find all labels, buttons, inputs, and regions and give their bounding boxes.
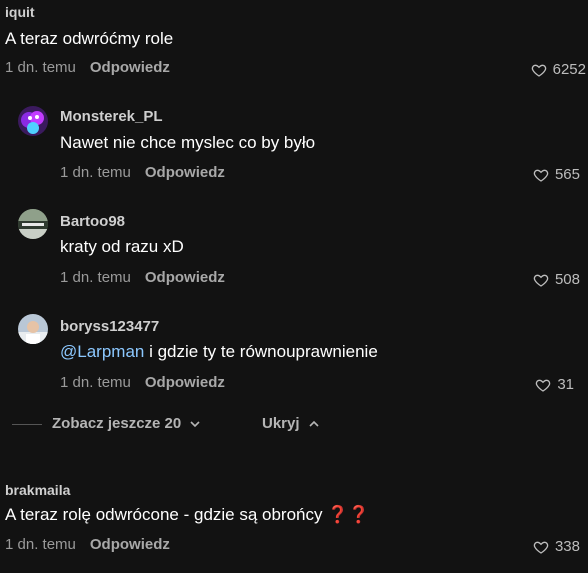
like-button[interactable]: 31 xyxy=(535,376,574,393)
like-count: 6252 xyxy=(552,61,586,78)
reply-button[interactable]: Odpowiedz xyxy=(145,269,225,286)
comment-meta: 1 dn. temu Odpowiedz xyxy=(5,59,170,76)
like-button[interactable]: 6252 xyxy=(531,61,586,78)
reply-time: 1 dn. temu xyxy=(60,269,131,286)
divider xyxy=(12,424,42,425)
avatar[interactable] xyxy=(18,314,48,344)
reply-meta: 1 dn. temu Odpowiedz xyxy=(60,164,225,181)
heart-icon xyxy=(533,541,549,554)
like-button[interactable]: 565 xyxy=(533,166,580,183)
avatar[interactable] xyxy=(18,106,48,136)
question-mark-emoji: ❓❓ xyxy=(327,505,370,524)
like-count: 508 xyxy=(554,271,580,288)
view-more-label: Zobacz jeszcze 20 xyxy=(52,415,182,432)
chevron-up-icon xyxy=(308,420,319,427)
view-more-replies-button[interactable]: Zobacz jeszcze 20 xyxy=(52,415,201,432)
reply-button[interactable]: Odpowiedz xyxy=(90,59,170,76)
comment-text: A teraz rolę odwrócone - gdzie są obrońc… xyxy=(5,505,370,525)
reply-text: @Larpman i gdzie ty te równouprawnienie xyxy=(60,342,378,362)
like-count: 338 xyxy=(554,538,580,555)
comment-meta: 1 dn. temu Odpowiedz xyxy=(5,536,170,553)
like-button[interactable]: 338 xyxy=(533,538,580,555)
comment-time: 1 dn. temu xyxy=(5,59,76,76)
hide-label: Ukryj xyxy=(262,415,300,432)
chevron-down-icon xyxy=(190,420,200,427)
reply-meta: 1 dn. temu Odpowiedz xyxy=(60,269,225,286)
reply-username[interactable]: Bartoo98 xyxy=(60,213,125,230)
like-count: 31 xyxy=(557,376,574,393)
like-button[interactable]: 508 xyxy=(533,271,580,288)
comment-username[interactable]: iquit xyxy=(5,4,35,20)
user-mention-link[interactable]: @Larpman xyxy=(60,342,144,361)
like-count: 565 xyxy=(554,166,580,183)
comment-time: 1 dn. temu xyxy=(5,536,76,553)
heart-icon xyxy=(536,379,551,392)
reply-username[interactable]: Monsterek_PL xyxy=(60,108,163,125)
reply-username[interactable]: boryss123477 xyxy=(60,318,159,335)
heart-icon xyxy=(533,169,549,182)
comment-username[interactable]: brakmaila xyxy=(5,482,70,498)
reply-time: 1 dn. temu xyxy=(60,374,131,391)
reply-text: Nawet nie chce myslec co by było xyxy=(60,133,316,152)
reply-text-content: i gdzie ty te równouprawnienie xyxy=(144,342,378,361)
reply-text: kraty od razu xD xyxy=(60,237,184,256)
reply-button[interactable]: Odpowiedz xyxy=(145,164,225,181)
hide-replies-button[interactable]: Ukryj xyxy=(262,415,320,432)
heart-icon xyxy=(533,274,549,287)
comment-text-content: A teraz rolę odwrócone - gdzie są obrońc… xyxy=(5,505,323,524)
reply-button[interactable]: Odpowiedz xyxy=(90,536,170,553)
heart-icon xyxy=(531,64,546,77)
reply-time: 1 dn. temu xyxy=(60,164,131,181)
comment-text: A teraz odwróćmy role xyxy=(5,29,174,48)
reply-button[interactable]: Odpowiedz xyxy=(145,374,225,391)
reply-meta: 1 dn. temu Odpowiedz xyxy=(60,374,225,391)
avatar[interactable] xyxy=(18,209,48,239)
